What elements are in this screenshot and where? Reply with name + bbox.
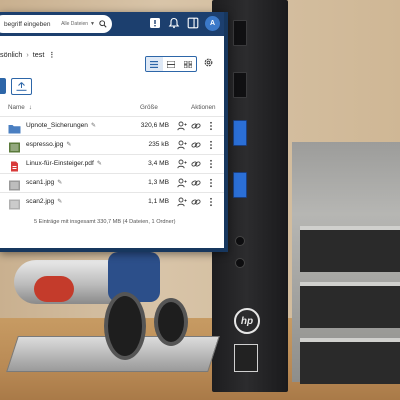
- upload-button[interactable]: [11, 78, 32, 95]
- energy-star-label: [234, 344, 258, 372]
- more-options-icon[interactable]: [206, 140, 216, 150]
- file-name[interactable]: Linux-für-Einsteiger.pdf ✎: [26, 160, 102, 167]
- view-switcher: [145, 56, 197, 72]
- pdf-icon: [8, 159, 21, 172]
- share-user-icon[interactable]: [177, 159, 187, 169]
- pencil-icon[interactable]: ✎: [57, 180, 62, 186]
- column-header-actions: Aktionen: [191, 104, 216, 111]
- more-options-icon[interactable]: ⋮: [48, 50, 55, 59]
- bell-icon[interactable]: [168, 17, 180, 29]
- file-name-label: scan2.jpg: [26, 198, 55, 205]
- file-name[interactable]: espresso.jpg ✎: [26, 141, 71, 148]
- avatar[interactable]: A: [205, 16, 220, 31]
- more-options-icon[interactable]: [206, 159, 216, 169]
- toy-wheel: [104, 292, 146, 360]
- table-row[interactable]: scan2.jpg ✎ 1,1 MB: [0, 192, 224, 212]
- file-name-label: espresso.jpg: [26, 141, 64, 148]
- pencil-icon[interactable]: ✎: [66, 142, 71, 148]
- search-icon[interactable]: [99, 20, 107, 28]
- link-icon[interactable]: [191, 121, 201, 131]
- hp-logo: hp: [234, 308, 260, 334]
- breadcrumb-item-parent[interactable]: sönlich: [0, 50, 22, 59]
- table-icon: [167, 60, 175, 68]
- file-name-label: Linux-für-Einsteiger.pdf: [26, 160, 94, 167]
- file-name[interactable]: scan1.jpg ✎: [26, 179, 62, 186]
- toy-motorcycle: [4, 252, 204, 362]
- search-scope-select[interactable]: Alle Dateien: [61, 21, 88, 27]
- table-row[interactable]: espresso.jpg ✎ 235 kB: [0, 135, 224, 155]
- usb-port: [233, 20, 247, 46]
- tray-slot: [300, 282, 400, 328]
- list-view-button[interactable]: [146, 57, 163, 71]
- file-size: 3,4 MB: [148, 160, 169, 167]
- image-icon: [8, 197, 21, 210]
- file-size: 320,6 MB: [140, 122, 169, 129]
- grid-view-button[interactable]: [179, 57, 196, 71]
- toy-wheel: [154, 298, 188, 346]
- more-options-icon[interactable]: [206, 121, 216, 131]
- image-icon: [8, 178, 21, 191]
- table-row[interactable]: Upnote_Sicherungen ✎ 320,6 MB: [0, 116, 224, 136]
- gear-icon[interactable]: [203, 57, 214, 68]
- table-row[interactable]: scan1.jpg ✎ 1,3 MB: [0, 173, 224, 193]
- audio-jack: [235, 258, 245, 268]
- file-name-label: scan1.jpg: [26, 179, 55, 186]
- usb-port: [233, 120, 247, 146]
- tray-slot: [300, 226, 400, 272]
- file-name[interactable]: Upnote_Sicherungen ✎: [26, 122, 96, 129]
- file-size: 235 kB: [148, 141, 169, 148]
- table-header: Name ↓ Größe Aktionen: [0, 104, 224, 116]
- column-header-name-label: Name: [8, 104, 25, 111]
- more-options-icon[interactable]: [206, 197, 216, 207]
- pencil-icon[interactable]: ✎: [91, 123, 96, 129]
- file-name[interactable]: scan2.jpg ✎: [26, 198, 62, 205]
- image-icon: [8, 140, 21, 153]
- link-icon[interactable]: [191, 159, 201, 169]
- toy-red-part: [34, 276, 74, 302]
- pencil-icon[interactable]: ✎: [97, 161, 102, 167]
- column-header-name[interactable]: Name ↓: [8, 104, 32, 111]
- usb-port: [233, 172, 247, 198]
- file-size: 1,3 MB: [148, 179, 169, 186]
- search-input-text: begriff eingeben: [4, 20, 51, 28]
- new-button[interactable]: [0, 78, 6, 94]
- link-icon[interactable]: [191, 178, 201, 188]
- tray-slot: [300, 338, 400, 384]
- file-manager-window: begriff eingeben Alle Dateien ▼ A sönlic…: [0, 12, 228, 252]
- link-icon[interactable]: [191, 140, 201, 150]
- upload-icon: [16, 82, 27, 91]
- link-icon[interactable]: [191, 197, 201, 207]
- column-header-size[interactable]: Größe: [140, 104, 158, 111]
- share-user-icon[interactable]: [177, 121, 187, 131]
- table-row[interactable]: Linux-für-Einsteiger.pdf ✎ 3,4 MB: [0, 154, 224, 174]
- file-name-label: Upnote_Sicherungen: [26, 122, 88, 129]
- share-user-icon[interactable]: [177, 197, 187, 207]
- audio-jack: [235, 236, 245, 246]
- compact-view-button[interactable]: [163, 57, 180, 71]
- list-icon: [150, 60, 159, 68]
- chevron-down-icon[interactable]: ▼: [90, 21, 95, 27]
- sort-arrow-icon: ↓: [28, 104, 32, 111]
- panel-toggle-icon[interactable]: [187, 17, 199, 29]
- search-input[interactable]: begriff eingeben Alle Dateien ▼: [0, 15, 112, 33]
- chevron-right-icon: ›: [26, 50, 29, 59]
- file-size: 1,1 MB: [148, 198, 169, 205]
- share-user-icon[interactable]: [177, 140, 187, 150]
- share-user-icon[interactable]: [177, 178, 187, 188]
- top-bar: begriff eingeben Alle Dateien ▼ A: [0, 12, 224, 36]
- breadcrumb: sönlich › test ⋮: [0, 50, 56, 59]
- paper-tray: [292, 142, 400, 384]
- footer-summary: 5 Einträge mit insgesamt 330,7 MB (4 Dat…: [34, 219, 176, 225]
- more-options-icon[interactable]: [206, 178, 216, 188]
- usb-port: [233, 72, 247, 98]
- notification-box-icon[interactable]: [149, 17, 161, 29]
- breadcrumb-item-current[interactable]: test: [33, 50, 45, 59]
- pencil-icon[interactable]: ✎: [57, 199, 62, 205]
- folder-icon: [8, 121, 21, 134]
- grid-icon: [183, 60, 192, 68]
